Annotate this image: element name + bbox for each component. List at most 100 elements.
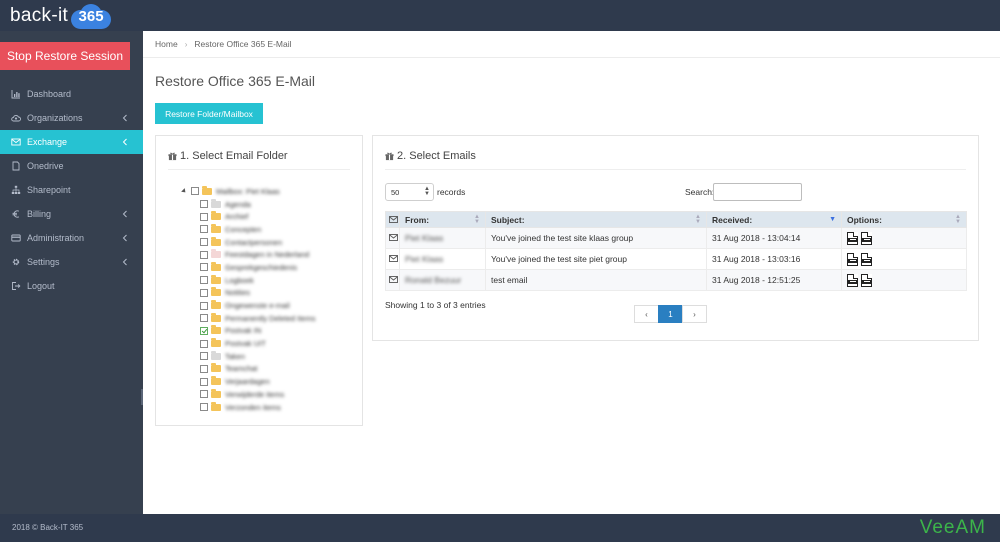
sidebar-item-settings[interactable]: Settings <box>0 250 143 274</box>
tree-checkbox[interactable] <box>200 377 208 386</box>
folder-icon <box>211 287 221 297</box>
table-row[interactable]: Piet Klaas You've joined the test site pi… <box>385 248 967 270</box>
pagination-page-1[interactable]: 1 <box>658 305 683 323</box>
from-cell: Piet Klaas <box>399 248 486 270</box>
from-value: Ronald Bezuur <box>405 275 462 285</box>
download-msg-icon[interactable] <box>847 273 858 287</box>
search-input[interactable] <box>713 183 802 201</box>
received-column-header[interactable]: Received: ▼ <box>706 211 842 228</box>
sidebar-nav: Dashboard Organizations Exchange Onedrive Sh… <box>0 82 143 298</box>
folder-icon <box>211 363 221 373</box>
sidebar-item-organizations[interactable]: Organizations <box>0 106 143 130</box>
emails-panel-title: 2. Select Emails <box>397 150 476 162</box>
folder-icon <box>211 376 221 386</box>
tree-checkbox[interactable] <box>200 364 208 373</box>
chevron-left-icon <box>120 137 130 147</box>
tree-checkbox[interactable] <box>200 200 208 209</box>
tree-node[interactable]: Agenda <box>180 198 360 211</box>
tree-checkbox[interactable] <box>200 314 208 323</box>
breadcrumb-separator: › <box>184 39 188 49</box>
tree-node[interactable]: Contactpersonen <box>180 236 360 249</box>
tree-checkbox[interactable] <box>200 276 208 285</box>
tree-node-label: Ongewenste e-mail <box>225 301 290 311</box>
tree-node[interactable]: Permanently Deleted Items <box>180 312 360 325</box>
sidebar-item-billing[interactable]: Billing <box>0 202 143 226</box>
download-msg-icon[interactable] <box>847 252 858 266</box>
tree-node[interactable]: Concepten <box>180 223 360 236</box>
tree-checkbox[interactable] <box>200 263 208 272</box>
select-all-header[interactable] <box>385 211 400 228</box>
envelope-icon <box>389 255 398 262</box>
tree-root[interactable]: Mailbox: Piet Klaas <box>180 185 360 198</box>
tree-checkbox[interactable] <box>200 339 208 348</box>
tree-checkbox[interactable] <box>200 390 208 399</box>
app-logo[interactable]: back-it 365 <box>10 3 112 29</box>
table-row[interactable]: Piet Klaas You've joined the test site kl… <box>385 227 967 249</box>
from-column-header[interactable]: From: ▲ ▼ <box>399 211 486 228</box>
options-column-header[interactable]: Options: ▲ ▼ <box>841 211 967 228</box>
tree-node[interactable]: Ongewenste e-mail <box>180 299 360 312</box>
table-info: Showing 1 to 3 of 3 entries <box>385 300 486 310</box>
sidebar-item-label: Onedrive <box>27 161 64 171</box>
tree-checkbox[interactable] <box>191 187 199 196</box>
tree-checkbox[interactable] <box>200 250 208 259</box>
download-pst-icon[interactable] <box>861 231 872 245</box>
tree-node-label: Permanently Deleted Items <box>225 313 316 323</box>
sidebar-item-administration[interactable]: Administration <box>0 226 143 250</box>
tree-node[interactable]: Logboek <box>180 274 360 287</box>
tree-node[interactable]: Postvak IN <box>180 325 360 338</box>
tree-checkbox[interactable] <box>200 212 208 221</box>
tree-node[interactable]: Feestdagen in Nederland <box>180 248 360 261</box>
from-value: Piet Klaas <box>405 254 444 264</box>
from-value: Piet Klaas <box>405 233 444 243</box>
received-cell: 31 Aug 2018 - 13:04:14 <box>706 227 842 249</box>
download-msg-icon[interactable] <box>847 231 858 245</box>
tree-node[interactable]: Verzonden items <box>180 401 360 414</box>
sidebar-item-exchange[interactable]: Exchange <box>0 130 143 154</box>
tree-checkbox[interactable] <box>200 301 208 310</box>
sidebar-item-logout[interactable]: Logout <box>0 274 143 298</box>
tree-node[interactable]: Teamchat <box>180 363 360 376</box>
tree-checkbox[interactable] <box>200 225 208 234</box>
tree-node[interactable]: Taken <box>180 350 360 363</box>
logo-cloud-icon: 365 <box>71 3 112 29</box>
row-select-cell[interactable] <box>385 269 400 291</box>
tree-node[interactable]: Verjaardagen <box>180 375 360 388</box>
tree-node-label: Concepten <box>225 224 262 234</box>
envelope-icon <box>11 137 21 147</box>
options-cell <box>841 227 967 249</box>
tree-checkbox[interactable] <box>200 288 208 297</box>
tree-checkbox[interactable] <box>200 403 208 412</box>
records-per-page-select[interactable]: 50 ▲ ▼ <box>385 183 434 201</box>
gear-icon <box>11 257 21 267</box>
tree-checkbox[interactable] <box>200 352 208 361</box>
tree-checkbox[interactable] <box>200 326 208 335</box>
pagination-next[interactable]: › <box>682 305 707 323</box>
pagination-prev[interactable]: ‹ <box>634 305 659 323</box>
tree-root-label: Mailbox: Piet Klaas <box>216 186 280 196</box>
stop-restore-session-button[interactable]: Stop Restore Session <box>0 42 130 70</box>
row-select-cell[interactable] <box>385 227 400 249</box>
folder-icon <box>211 325 221 335</box>
sidebar-item-onedrive[interactable]: Onedrive <box>0 154 143 178</box>
tree-node[interactable]: Notities <box>180 287 360 300</box>
restore-folder-mailbox-button[interactable]: Restore Folder/Mailbox <box>155 103 263 124</box>
tree-node[interactable]: Verwijderde items <box>180 388 360 401</box>
veeam-logo: VeeAM <box>919 517 986 538</box>
tree-node[interactable]: Postvak UIT <box>180 337 360 350</box>
download-pst-icon[interactable] <box>861 252 872 266</box>
collapse-triangle-icon[interactable] <box>180 187 188 195</box>
download-pst-icon[interactable] <box>861 273 872 287</box>
sidebar-item-dashboard[interactable]: Dashboard <box>0 82 143 106</box>
sidebar-item-sharepoint[interactable]: Sharepoint <box>0 178 143 202</box>
tree-node[interactable]: Archief <box>180 210 360 223</box>
tree-checkbox[interactable] <box>200 238 208 247</box>
subject-column-header[interactable]: Subject: ▲ ▼ <box>485 211 707 228</box>
tree-node[interactable]: Gesprekgeschiedenis <box>180 261 360 274</box>
table-row[interactable]: Ronald Bezuur test email 31 Aug 2018 - 12:… <box>385 269 967 291</box>
row-select-cell[interactable] <box>385 248 400 270</box>
pagination: ‹ 1 › <box>634 305 707 323</box>
emails-panel-divider <box>385 169 966 170</box>
tree-node-label: Postvak IN <box>225 326 262 336</box>
breadcrumb-home[interactable]: Home <box>155 39 178 49</box>
